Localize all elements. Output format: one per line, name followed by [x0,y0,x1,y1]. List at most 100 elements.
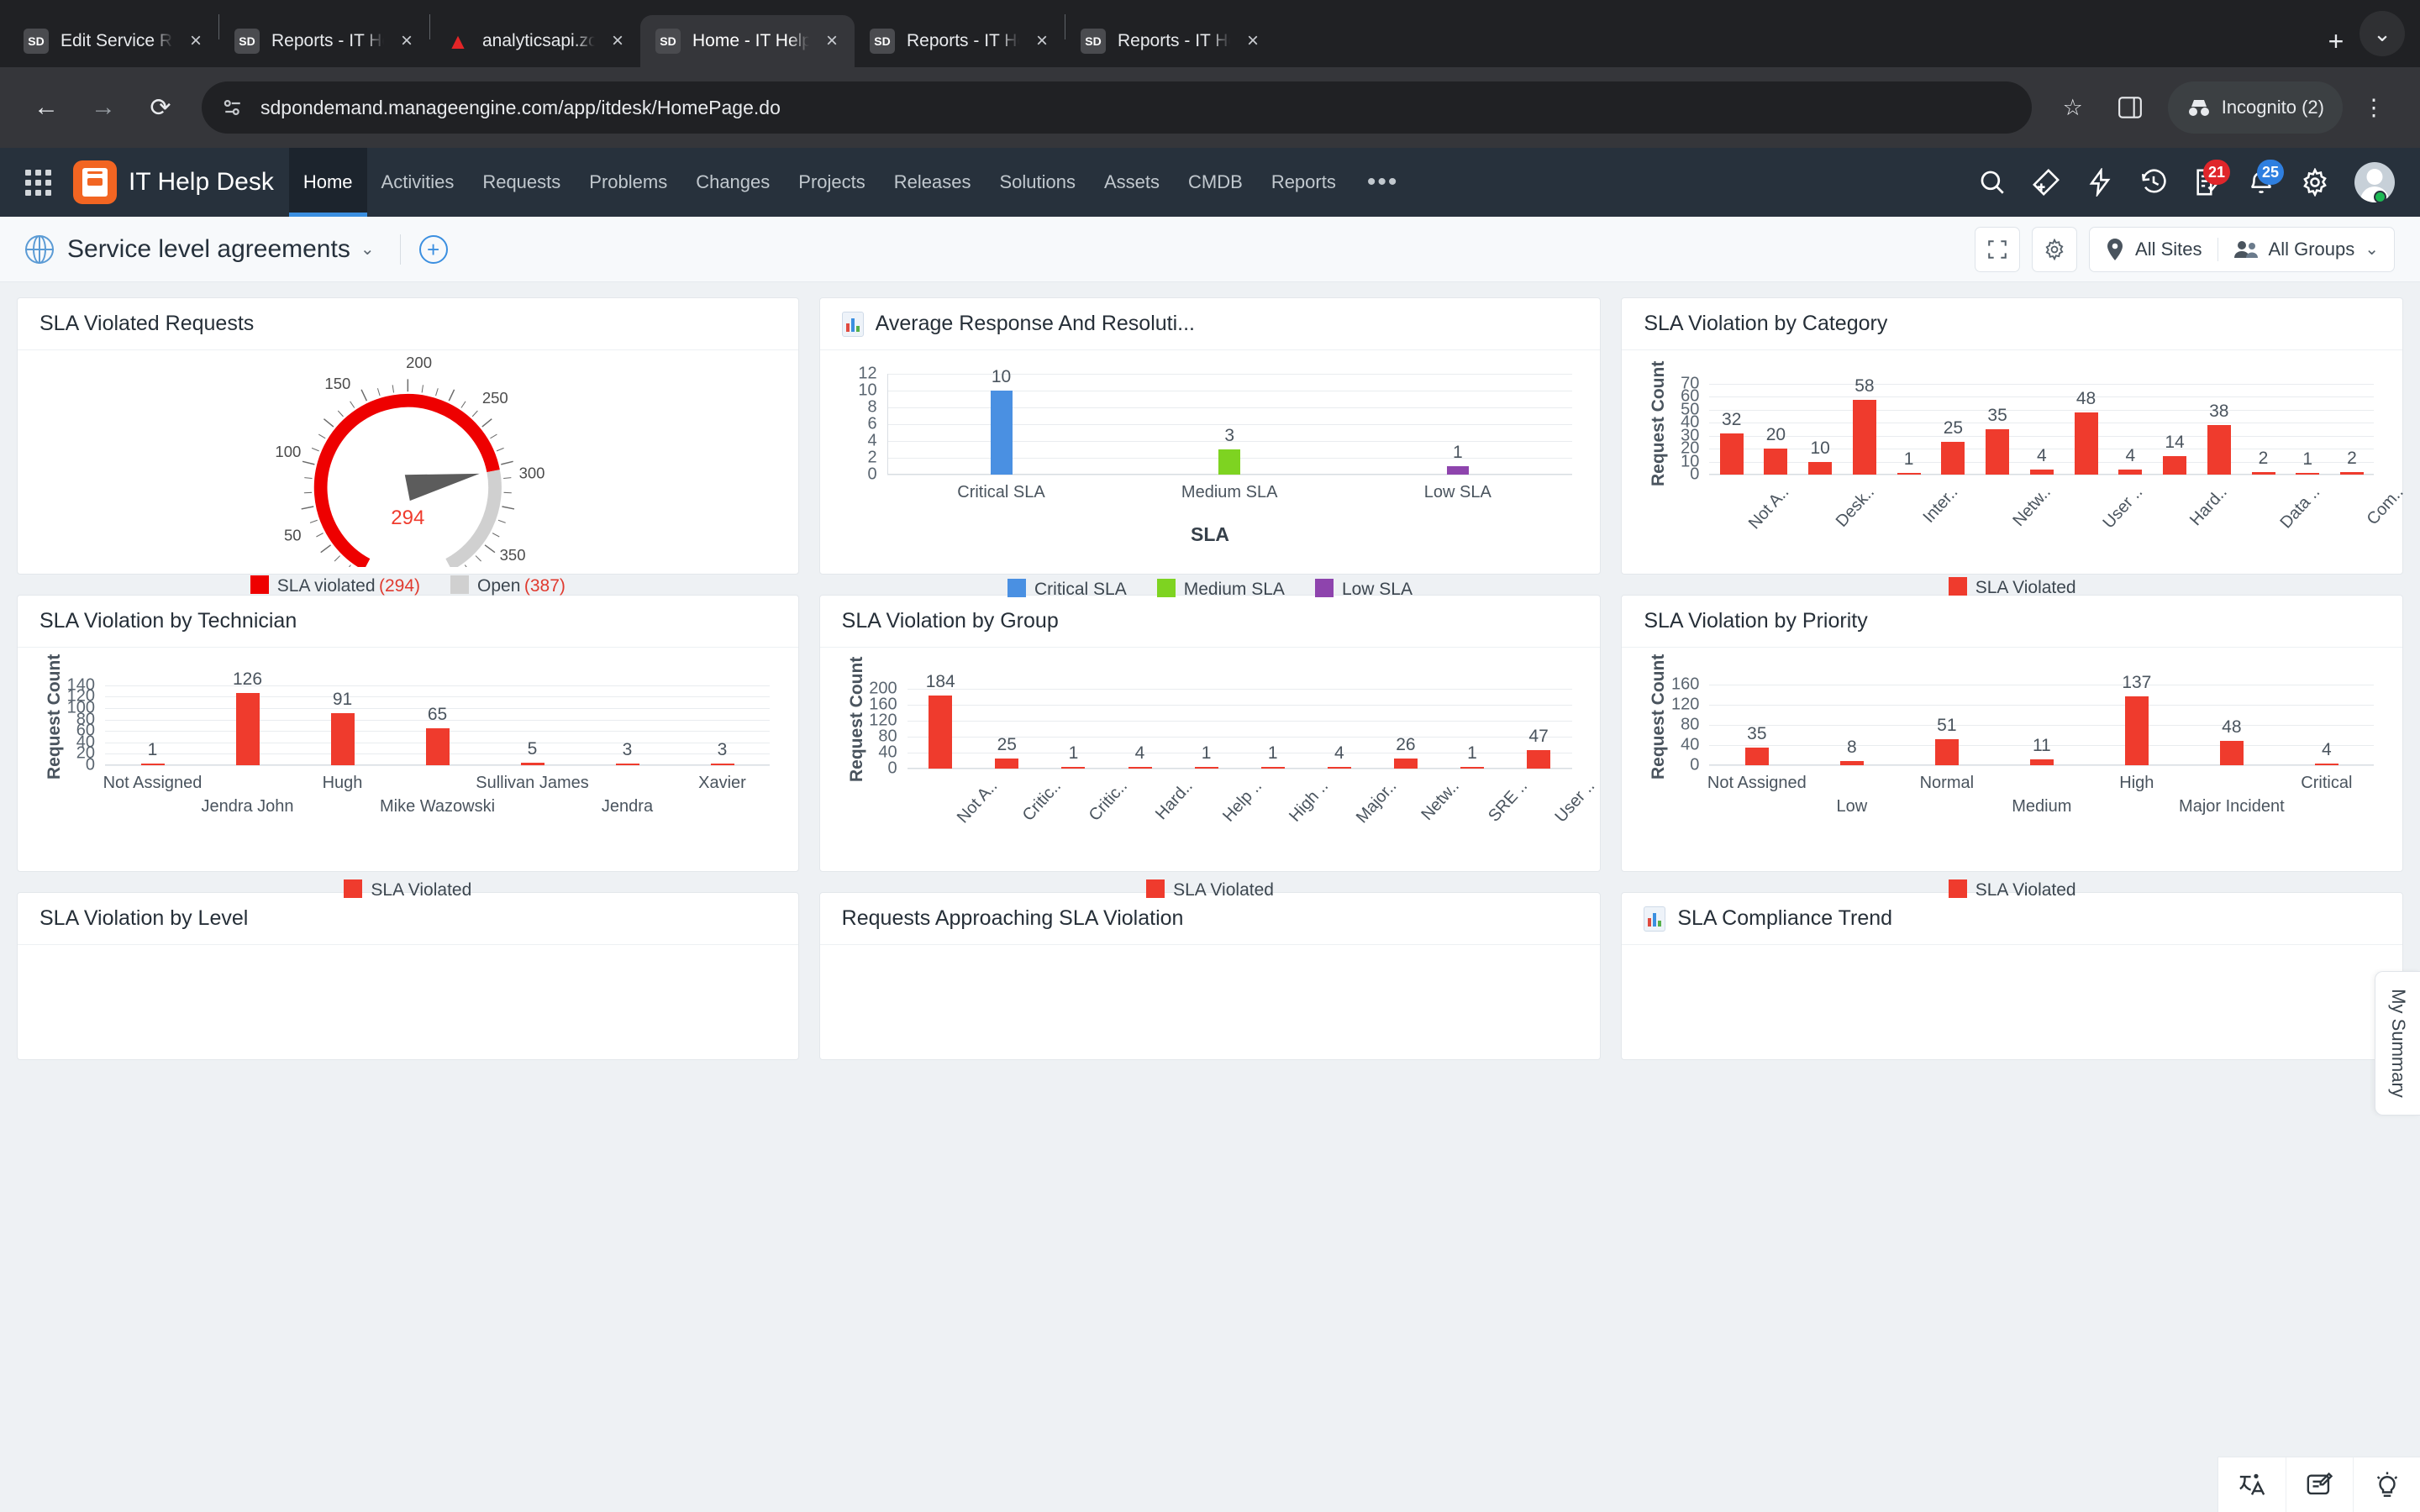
legend-item[interactable]: SLA violated (294) [250,575,420,596]
notifications-icon[interactable]: 25 [2237,158,2286,207]
legend-item[interactable]: SLA Violated [1948,577,2076,598]
avatar[interactable] [2344,162,2395,203]
bar[interactable] [929,696,953,769]
forward-arrow-icon[interactable]: → [77,81,129,134]
app-switcher-icon[interactable] [25,169,51,196]
kebab-menu-icon[interactable]: ⋮ [2348,81,2400,134]
bar[interactable] [1218,449,1241,475]
legend-item[interactable]: SLA Violated [344,879,471,900]
feedback-note-icon[interactable] [2286,1457,2353,1512]
more-nav-icon[interactable]: ••• [1350,148,1416,217]
bar[interactable] [2029,469,2054,475]
nav-item-requests[interactable]: Requests [468,148,575,217]
close-icon[interactable]: × [607,31,629,51]
servicedesk-logo-icon[interactable] [73,160,117,204]
card-sla-compliance-trend[interactable]: SLA Compliance Trend [1621,892,2404,1060]
bar[interactable] [1446,466,1469,475]
history-icon[interactable] [2129,158,2178,207]
lightbulb-tips-icon[interactable] [2353,1457,2420,1512]
bar[interactable] [1934,739,1959,765]
bar[interactable] [710,763,734,765]
side-panel-icon[interactable] [2104,81,2156,134]
nav-item-cmdb[interactable]: CMDB [1174,148,1257,217]
translate-icon[interactable] [2218,1457,2286,1512]
bar[interactable] [2207,425,2231,475]
browser-tab[interactable]: SD Reports - IT Help Desk × [219,15,429,67]
site-settings-icon[interactable] [220,95,245,120]
legend-item[interactable]: SLA Violated [1146,879,1274,900]
settings-gear-icon[interactable] [2291,158,2339,207]
bar[interactable] [1764,449,1788,475]
nav-item-problems[interactable]: Problems [575,148,681,217]
bar[interactable] [2074,412,2098,475]
card-sla-violation-by-priority[interactable]: SLA Violation by Priority 0 40 80 120 160 35 8… [1621,595,2404,900]
bar[interactable] [2339,471,2364,475]
bar[interactable] [1897,473,1921,475]
nav-item-projects[interactable]: Projects [784,148,879,217]
browser-tab-active[interactable]: SD Home - IT Help Desk × [640,15,855,67]
bar[interactable] [1852,399,1876,475]
nav-item-home[interactable]: Home [288,148,367,217]
bar[interactable] [235,693,260,765]
gear-icon[interactable] [2032,226,2078,272]
nav-item-reports[interactable]: Reports [1257,148,1350,217]
quick-actions-icon[interactable] [2075,158,2124,207]
bar[interactable] [2118,469,2143,475]
bar[interactable] [2296,473,2320,475]
bar[interactable] [2163,456,2187,475]
bar[interactable] [2124,696,2149,765]
bar[interactable] [2314,763,2338,765]
address-bar[interactable]: sdpondemand.manageengine.com/app/itdesk/… [202,81,2032,134]
nav-item-changes[interactable]: Changes [681,148,784,217]
card-average-response-resolution[interactable]: Average Response And Resoluti... 0 2 4 6 8 10… [818,297,1602,599]
card-sla-violation-by-technician[interactable]: SLA Violation by Technician 0 20 40 60 80 100… [17,595,799,900]
bar[interactable] [1808,461,1833,475]
nav-item-activities[interactable]: Activities [367,148,469,217]
bar[interactable] [615,763,639,765]
bar[interactable] [990,391,1013,475]
star-icon[interactable]: ☆ [2047,81,2099,134]
bar[interactable] [425,727,450,765]
card-sla-violated-requests[interactable]: SLA Violated Requests 050100150200250300… [17,297,799,606]
bar[interactable] [330,713,355,765]
bar[interactable] [1194,767,1218,769]
card-sla-violation-by-category[interactable]: SLA Violation by Category 0 10 20 30 40 50 60 7… [1621,297,2407,597]
close-icon[interactable]: × [1031,31,1053,51]
back-arrow-icon[interactable]: ← [20,81,72,134]
bar[interactable] [2029,759,2054,765]
nav-item-assets[interactable]: Assets [1090,148,1174,217]
bar[interactable] [1941,442,1965,475]
fullscreen-icon[interactable] [1975,226,2021,272]
card-sla-violation-by-level[interactable]: SLA Violation by Level [17,892,799,1060]
bar[interactable] [1460,767,1485,769]
bar[interactable] [1839,761,1864,765]
close-icon[interactable]: × [185,31,207,51]
add-request-icon[interactable] [2022,158,2070,207]
scope-selector[interactable]: All Sites All Groups ⌄ [2089,226,2395,272]
bar[interactable] [1527,749,1551,769]
legend-item[interactable]: Medium SLA [1156,579,1285,600]
tab-search-chevron-icon[interactable]: ⌄ [2360,11,2405,56]
legend-item[interactable]: SLA Violated [1948,879,2076,900]
bar[interactable] [140,764,165,765]
card-sla-violation-by-group[interactable]: SLA Violation by Group 0 40 80 120 160 200 184… [818,595,1602,900]
bar[interactable] [1128,767,1152,769]
tasks-icon[interactable]: 21 [2183,158,2232,207]
bar[interactable] [1744,748,1769,765]
close-icon[interactable]: × [1242,31,1264,51]
nav-item-releases[interactable]: Releases [880,148,986,217]
dashboard-chevron-down-icon[interactable]: ⌄ [360,239,375,260]
bar[interactable] [995,759,1019,769]
bar[interactable] [1327,767,1351,769]
nav-item-solutions[interactable]: Solutions [985,148,1090,217]
reload-icon[interactable]: ⟳ [134,81,187,134]
legend-item[interactable]: Critical SLA [1007,579,1127,600]
close-icon[interactable]: × [821,31,843,51]
bar[interactable] [1986,429,2010,475]
browser-tab[interactable]: SD Reports - IT Help Desk × [855,15,1065,67]
bar[interactable] [1061,767,1086,769]
my-summary-tab[interactable]: My Summary [2375,971,2420,1116]
bar[interactable] [1260,767,1285,769]
browser-tab[interactable]: ▲ analyticsapi.zoho.com/ZD × [430,15,640,67]
add-dashboard-button[interactable]: + [418,234,448,264]
